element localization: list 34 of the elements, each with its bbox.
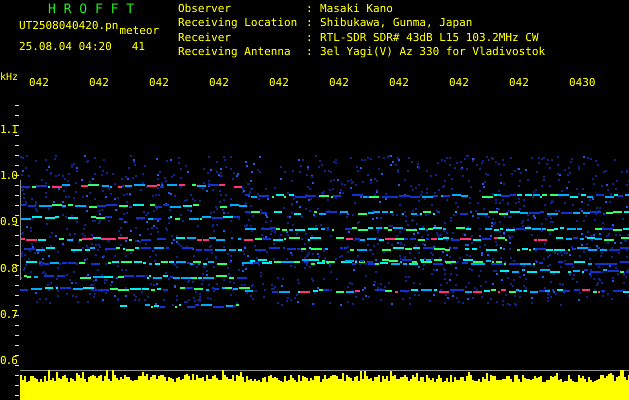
- separator: :: [306, 3, 314, 17]
- info-value: Masaki Kano: [320, 3, 394, 17]
- frequency-label: 1.1: [0, 123, 17, 136]
- axis-unit: kHz: [0, 72, 20, 83]
- time-label: 042: [269, 76, 290, 88]
- time-label: 0430: [569, 76, 596, 88]
- frequency-label: 0.8: [0, 262, 17, 275]
- time-label: 042: [329, 76, 350, 88]
- detection-count: 41: [132, 39, 145, 54]
- frequency-label: 0.6: [0, 354, 17, 367]
- separator: :: [306, 32, 314, 46]
- time-label: 042: [209, 76, 230, 88]
- separator: :: [306, 17, 314, 32]
- time-label: 042: [449, 76, 470, 88]
- separator: :: [306, 46, 314, 60]
- time-label: 042: [509, 76, 530, 88]
- info-label: Receiver: [178, 32, 232, 46]
- app-title: H R O F F T: [47, 3, 136, 17]
- timestamp: 25.08.04 04:20: [19, 39, 112, 54]
- frequency-label: 0.7: [0, 308, 17, 321]
- frequency-label: 1.0: [0, 169, 17, 182]
- info-label: Receiving Location: [178, 17, 298, 32]
- time-label: 042: [29, 76, 50, 88]
- info-label: Observer: [178, 3, 232, 17]
- time-label: 042: [89, 76, 110, 88]
- time-label: 042: [389, 76, 410, 88]
- file-name: UT2508040420.pn: [19, 18, 118, 34]
- info-value: RTL-SDR SDR# 43dB L15 103.2MHz CW: [320, 32, 540, 46]
- info-label: Receiving Antenna: [178, 46, 292, 60]
- frequency-label: 0.9: [0, 215, 17, 228]
- time-label: 042: [149, 76, 170, 88]
- info-value: Shibukawa, Gunma, Japan: [320, 17, 474, 32]
- file-type: meteor: [119, 23, 160, 38]
- info-value: 3el Yagi(V) Az 330 for Vladivostok: [320, 46, 546, 60]
